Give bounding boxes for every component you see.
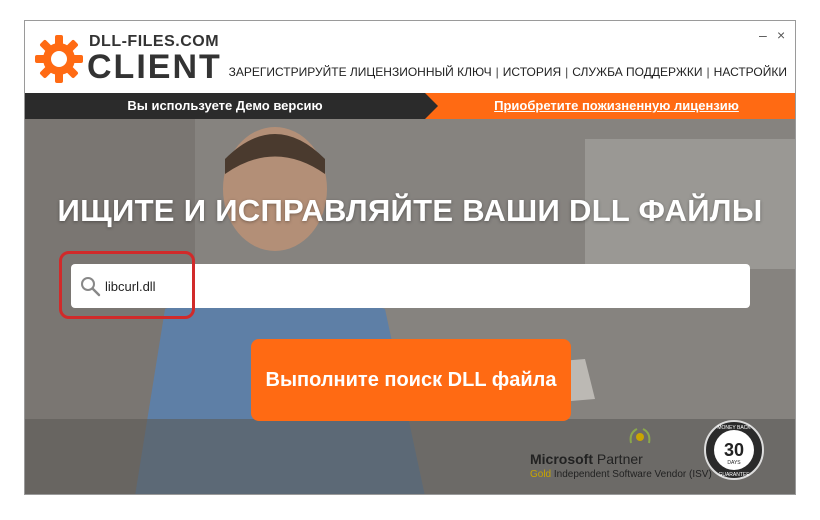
isv-text: Independent Software Vendor (ISV) bbox=[553, 469, 712, 480]
app-header: DLL-FILES.COM CLIENT – × ЗАРЕГИСТРИРУЙТЕ… bbox=[25, 21, 795, 93]
nav-history[interactable]: ИСТОРИЯ bbox=[503, 65, 561, 79]
gear-logo-icon bbox=[35, 35, 83, 83]
ms-brand: Microsoft bbox=[530, 451, 593, 467]
search-highlight-frame bbox=[59, 251, 195, 319]
license-banner: Вы используете Демо версию Приобретите п… bbox=[25, 93, 795, 119]
nav-support[interactable]: СЛУЖБА ПОДДЕРЖКИ bbox=[572, 65, 702, 79]
money-back-guarantee-seal-icon: 30 DAYS MONEY BACK GUARANTEE bbox=[704, 420, 764, 480]
microsoft-partner-label: Microsoft Partner bbox=[530, 451, 643, 467]
hero-headline: ИЩИТЕ И ИСПРАВЛЯЙТЕ ВАШИ DLL ФАЙЛЫ bbox=[57, 193, 763, 228]
nav-settings[interactable]: НАСТРОЙКИ bbox=[714, 65, 787, 79]
guarantee-top-text: MONEY BACK bbox=[717, 425, 751, 431]
nav-separator: | bbox=[706, 65, 710, 79]
minimize-button[interactable]: – bbox=[759, 27, 767, 43]
guarantee-days: 30 bbox=[724, 440, 744, 460]
nav-separator: | bbox=[565, 65, 569, 79]
microsoft-partner-logo-icon bbox=[629, 428, 651, 444]
nav-register-key[interactable]: ЗАРЕГИСТРИРУЙТЕ ЛИЦЕНЗИОННЫЙ КЛЮЧ bbox=[229, 65, 492, 79]
buy-license-link[interactable]: Приобретите пожизненную лицензию bbox=[438, 93, 795, 119]
banner-arrow bbox=[425, 93, 438, 119]
dll-search-input[interactable] bbox=[105, 269, 725, 303]
hero-section: ИЩИТЕ И ИСПРАВЛЯЙТЕ ВАШИ DLL ФАЙЛЫ Выпол… bbox=[25, 119, 795, 494]
demo-version-notice: Вы используете Демо версию bbox=[127, 98, 323, 113]
guarantee-bottom-text: GUARANTEE bbox=[718, 472, 750, 478]
isv-label: Gold Independent Software Vendor (ISV) bbox=[530, 469, 712, 480]
top-nav: ЗАРЕГИСТРИРУЙТЕ ЛИЦЕНЗИОННЫЙ КЛЮЧ | ИСТОРИ… bbox=[229, 65, 787, 79]
guarantee-unit: DAYS bbox=[727, 460, 741, 466]
close-button[interactable]: × bbox=[777, 27, 785, 43]
search-dll-button[interactable]: Выполните поиск DLL файла bbox=[251, 339, 571, 421]
nav-separator: | bbox=[495, 65, 499, 79]
logo-product-text: CLIENT bbox=[87, 48, 222, 86]
ms-partner: Partner bbox=[596, 451, 643, 467]
gold-label: Gold bbox=[530, 469, 552, 480]
app-window: DLL-FILES.COM CLIENT – × ЗАРЕГИСТРИРУЙТЕ… bbox=[24, 20, 796, 495]
